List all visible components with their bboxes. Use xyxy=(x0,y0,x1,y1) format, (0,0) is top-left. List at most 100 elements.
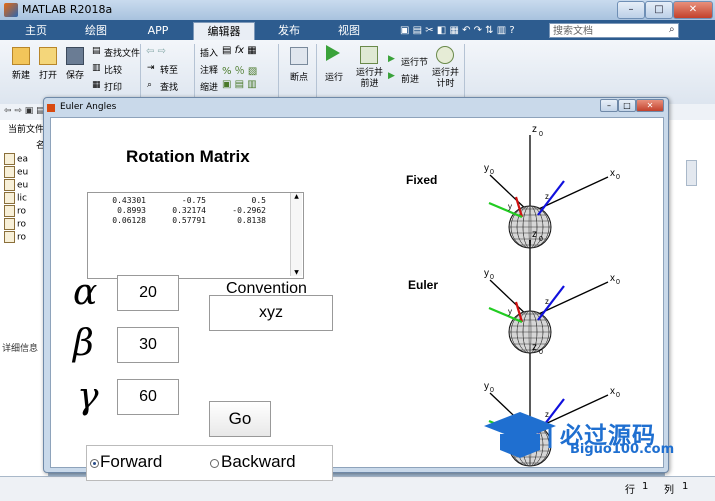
x0-label: x xyxy=(610,168,615,179)
x0-axis xyxy=(529,176,609,214)
nav-arrows-icon[interactable]: ⇦ ⇨ ▣ ▤ xyxy=(4,106,45,116)
open-folder-icon[interactable] xyxy=(39,47,57,65)
print-icon: ▦ xyxy=(92,80,101,90)
figure-icon xyxy=(47,104,55,112)
open-button[interactable]: 打开 xyxy=(39,68,57,81)
x0-label: x xyxy=(610,273,615,284)
insert-tools-icon[interactable]: ▤ fx ▦ xyxy=(222,45,257,56)
save-button[interactable]: 保存 xyxy=(66,68,84,81)
new-icon[interactable] xyxy=(12,47,30,65)
tab-apps[interactable]: APP xyxy=(132,22,184,40)
indent-button[interactable]: 缩进 xyxy=(200,80,218,93)
details-header[interactable]: 详细信息 xyxy=(2,341,38,354)
back-forward-icon[interactable]: ⇦ ⇨ xyxy=(146,46,166,57)
z-body-axis xyxy=(537,285,565,321)
file-item[interactable]: ro xyxy=(4,231,26,243)
z0-subscript: 0 xyxy=(539,131,543,138)
z0-label: z xyxy=(532,342,537,353)
frame-plots: z0x0y0yzz0x0y0yzz0x0y0yz xyxy=(484,124,620,467)
y-body-label: y xyxy=(508,307,512,316)
figure-close-button[interactable]: ✕ xyxy=(636,99,664,112)
y0-subscript: 0 xyxy=(490,169,494,176)
run-advance-icon[interactable] xyxy=(360,46,378,64)
comment-button[interactable]: 注释 xyxy=(200,63,218,76)
tab-publish[interactable]: 发布 xyxy=(265,22,313,40)
breakpoints-button[interactable]: 断点 xyxy=(290,70,308,83)
current-folder-header: 当前文件 xyxy=(8,125,45,135)
breakpoints-icon[interactable] xyxy=(290,47,308,65)
tab-home[interactable]: 主页 xyxy=(14,22,58,40)
file-icon xyxy=(4,166,15,178)
find-files-button[interactable]: 查找文件 xyxy=(104,46,140,59)
search-icon[interactable]: ⌕ xyxy=(669,24,675,35)
minimize-button[interactable]: – xyxy=(617,1,645,19)
file-icon xyxy=(4,205,15,217)
advance-icon[interactable]: ▶ xyxy=(388,71,395,81)
watermark-subtext: Biguo100.com xyxy=(570,442,675,457)
scrollbar-thumb[interactable] xyxy=(686,160,697,186)
matlab-logo-icon xyxy=(4,3,18,17)
tab-view[interactable]: 视图 xyxy=(325,22,373,40)
close-button[interactable]: ✕ xyxy=(673,1,713,19)
find-icon: ⌕ xyxy=(147,80,153,90)
run-section-button[interactable]: 运行节 xyxy=(401,55,428,68)
y-body-label: y xyxy=(508,202,512,211)
comment-tools-icon[interactable]: % ％ ▧ xyxy=(222,62,257,77)
figure-maximize-button[interactable]: □ xyxy=(618,99,636,112)
quick-access-toolbar[interactable]: ▣ ▤ ✂ ◧ ▦ ↶ ↷ ⇅ ▥ ? xyxy=(400,25,515,36)
advance-button[interactable]: 前进 xyxy=(401,72,419,85)
row-label: 行 xyxy=(625,485,635,496)
y0-subscript: 0 xyxy=(490,387,494,394)
new-button[interactable]: 新建 xyxy=(12,68,30,81)
ribbon-separator xyxy=(316,44,317,100)
z-body-label: z xyxy=(545,192,549,201)
file-item[interactable]: lic xyxy=(4,192,27,204)
file-icon xyxy=(4,231,15,243)
figure-minimize-button[interactable]: – xyxy=(600,99,618,112)
y0-label: y xyxy=(484,163,489,174)
file-item[interactable]: eu xyxy=(4,166,28,178)
tab-plots[interactable]: 绘图 xyxy=(72,22,120,40)
file-item[interactable]: ro xyxy=(4,205,26,217)
search-input[interactable]: 搜索文档 xyxy=(549,23,679,38)
goto-button[interactable]: 转至 xyxy=(160,63,178,76)
file-icon xyxy=(4,179,15,191)
y0-label: y xyxy=(484,381,489,392)
run-advance-button[interactable]: 运行并 前进 xyxy=(356,68,383,90)
file-item[interactable]: eu xyxy=(4,179,28,191)
y0-label: y xyxy=(484,268,489,279)
z0-label: z xyxy=(532,124,537,135)
x0-subscript: 0 xyxy=(616,392,620,399)
col-label: 列 xyxy=(664,485,674,496)
print-button[interactable]: 打印 xyxy=(104,80,122,93)
maximize-button[interactable]: □ xyxy=(645,1,673,19)
graduation-cap-logo-icon xyxy=(484,412,556,458)
save-icon[interactable] xyxy=(66,47,84,65)
run-time-button[interactable]: 运行并 计时 xyxy=(432,68,459,90)
compare-button[interactable]: 比较 xyxy=(104,63,122,76)
x0-subscript: 0 xyxy=(616,174,620,181)
indent-tools-icon[interactable]: ▣ ▤ ▥ xyxy=(222,79,257,90)
file-item[interactable]: ea xyxy=(4,153,28,165)
run-time-icon[interactable] xyxy=(436,46,454,64)
z0-subscript: 0 xyxy=(539,236,543,243)
y0-subscript: 0 xyxy=(490,274,494,281)
x0-axis xyxy=(529,281,609,319)
goto-icon: ⇥ xyxy=(147,63,155,73)
x0-subscript: 0 xyxy=(616,279,620,286)
find-button[interactable]: 查找 xyxy=(160,80,178,93)
x0-label: x xyxy=(610,386,615,397)
z-body-axis xyxy=(537,180,565,216)
z0-label: z xyxy=(532,229,537,240)
window-title: MATLAB R2018a xyxy=(22,3,113,16)
ribbon-separator xyxy=(464,44,465,100)
col-value: 1 xyxy=(682,481,689,492)
run-button[interactable]: 运行 xyxy=(325,70,343,83)
run-section-icon[interactable]: ▶ xyxy=(388,54,395,64)
insert-button[interactable]: 插入 xyxy=(200,46,218,59)
find-files-icon: ▤ xyxy=(92,46,101,56)
run-icon[interactable] xyxy=(326,45,340,61)
tab-editor[interactable]: 编辑器 xyxy=(193,22,255,41)
file-item[interactable]: ro xyxy=(4,218,26,230)
figure-title: Euler Angles xyxy=(60,102,117,112)
